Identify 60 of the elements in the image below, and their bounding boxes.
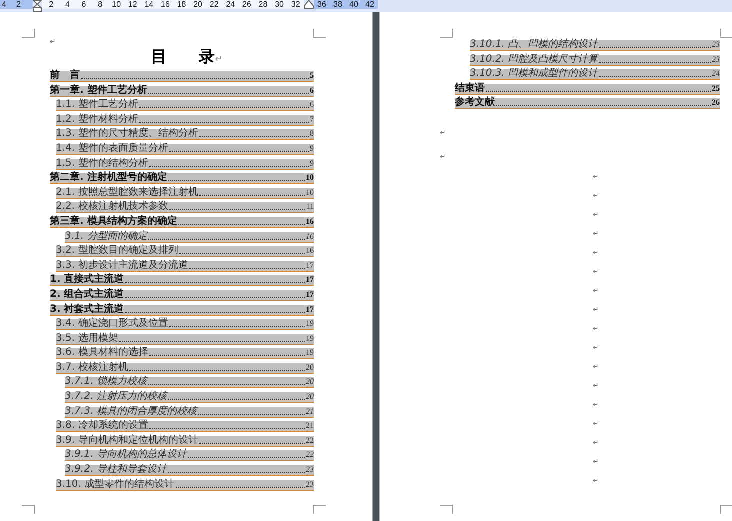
ruler-number: 26 [242, 0, 252, 9]
ruler-number: 24 [225, 0, 236, 9]
ruler-number: 4 [2, 0, 6, 9]
toc-entry[interactable]: 结束语 25 [455, 84, 720, 95]
toc-entry[interactable]: 1. 直接式主流道 17 [50, 275, 314, 286]
toc-entry[interactable]: 3.6. 模具材料的选择 19 [56, 348, 314, 360]
toc-entry[interactable]: 第三章. 模具结构方案的确定 16 [50, 216, 314, 228]
toc-entry[interactable]: 2.2. 校核注射机技术参数 11 [56, 202, 314, 214]
ruler-number: 36 [316, 0, 328, 9]
ruler-number: 40 [348, 0, 360, 9]
toc-entry[interactable]: 3.7.2. 注射压力的校核 20 [65, 392, 314, 404]
toc-entry[interactable]: 3.10.3. 凹模和成型件的设计 24 [470, 69, 720, 80]
toc-entry[interactable]: 参考文献 26 [455, 98, 720, 110]
ruler-number: 12 [127, 0, 138, 9]
toc-entry[interactable]: 3. 衬套式主流道 17 [50, 304, 314, 316]
toc-entry[interactable]: 3.4. 确定浇口形式及位置 19 [56, 319, 314, 330]
ruler-number: 38 [332, 0, 344, 9]
ruler-number: 14 [144, 0, 155, 9]
toc-entry[interactable]: 1.5. 塑件的结构分析 9 [56, 158, 314, 170]
ruler-number: 2 [16, 0, 21, 9]
toc-entry[interactable]: 3.10.1. 凸、凹模的结构设计 23 [470, 40, 720, 51]
toc-entry[interactable]: 3.2. 型腔数目的确定及排列 16 [56, 246, 314, 258]
indent-marker-icon[interactable] [33, 0, 42, 12]
toc-entry[interactable]: 2.1. 按照总型腔数来选择注射机 10 [56, 188, 314, 199]
ruler-number: 30 [274, 0, 285, 9]
ruler-number: 10 [111, 0, 122, 9]
toc-title: 目 录 [151, 48, 216, 66]
toc-entry[interactable]: 3.5. 选用模架 19 [56, 334, 314, 345]
ruler-number: 6 [80, 0, 88, 9]
toc-entry[interactable]: 3.9.2. 导柱和导套设计 23 [65, 465, 314, 476]
toc-entry[interactable]: 3.3. 初步设计主流道及分流道 17 [56, 260, 314, 272]
toc-entry[interactable]: 3.10.2. 凹腔及凸模尺寸计算 23 [470, 54, 720, 66]
ruler-number: 22 [208, 0, 220, 9]
toc-entry[interactable]: 1.4. 塑件的表面质量分析 9 [56, 144, 314, 155]
ruler-number: 20 [192, 0, 204, 9]
ruler-number: 8 [97, 0, 104, 9]
toc-entry[interactable]: 3.9. 导向机构和定位机构的设计 22 [56, 436, 314, 447]
toc-entry[interactable]: 1.1. 塑件工艺分析 6 [56, 100, 314, 112]
ruler-number: 32 [290, 0, 302, 9]
toc-entry[interactable]: 第一章. 塑件工艺分析 6 [50, 86, 314, 97]
paragraph-mark: ↵ [215, 55, 223, 65]
ruler-number: 28 [258, 0, 269, 9]
toc-entry[interactable]: 3.1. 分型面的确定 16 [65, 232, 314, 243]
toc-entry[interactable]: 第二章. 注射机型号的确定 10 [50, 173, 314, 184]
ruler-number: 42 [364, 0, 376, 9]
toc-entry[interactable]: 1.3. 塑件的尺寸精度、结构分析 8 [56, 129, 314, 140]
toc-entry[interactable]: 3.7.1. 锁模力校核 20 [65, 377, 314, 388]
ruler-number: 4 [64, 0, 71, 9]
ruler-number: 18 [176, 0, 188, 9]
ruler-number: 16 [160, 0, 171, 9]
toc-entry[interactable]: 1.2. 塑件材料分析 7 [56, 114, 314, 126]
toc-entry[interactable]: 3.7.3. 模具的闭合厚度的校核 21 [65, 406, 314, 418]
toc-entry[interactable]: 3.10. 成型零件的结构设计 23 [56, 480, 314, 491]
toc-entry[interactable]: 3.7. 校核注射机 20 [56, 362, 314, 374]
toc-entry[interactable]: 3.8. 冷却系统的设置 21 [56, 421, 314, 432]
indent-marker-icon[interactable] [304, 0, 314, 9]
toc-entry[interactable]: 前 言 5 [50, 71, 314, 82]
toc-entry[interactable]: 2. 组合式主流道 17 [50, 290, 314, 301]
toc-entry[interactable]: 3.9.1. 导向机构的总体设计 22 [65, 450, 314, 462]
ruler-number: 2 [48, 0, 55, 9]
